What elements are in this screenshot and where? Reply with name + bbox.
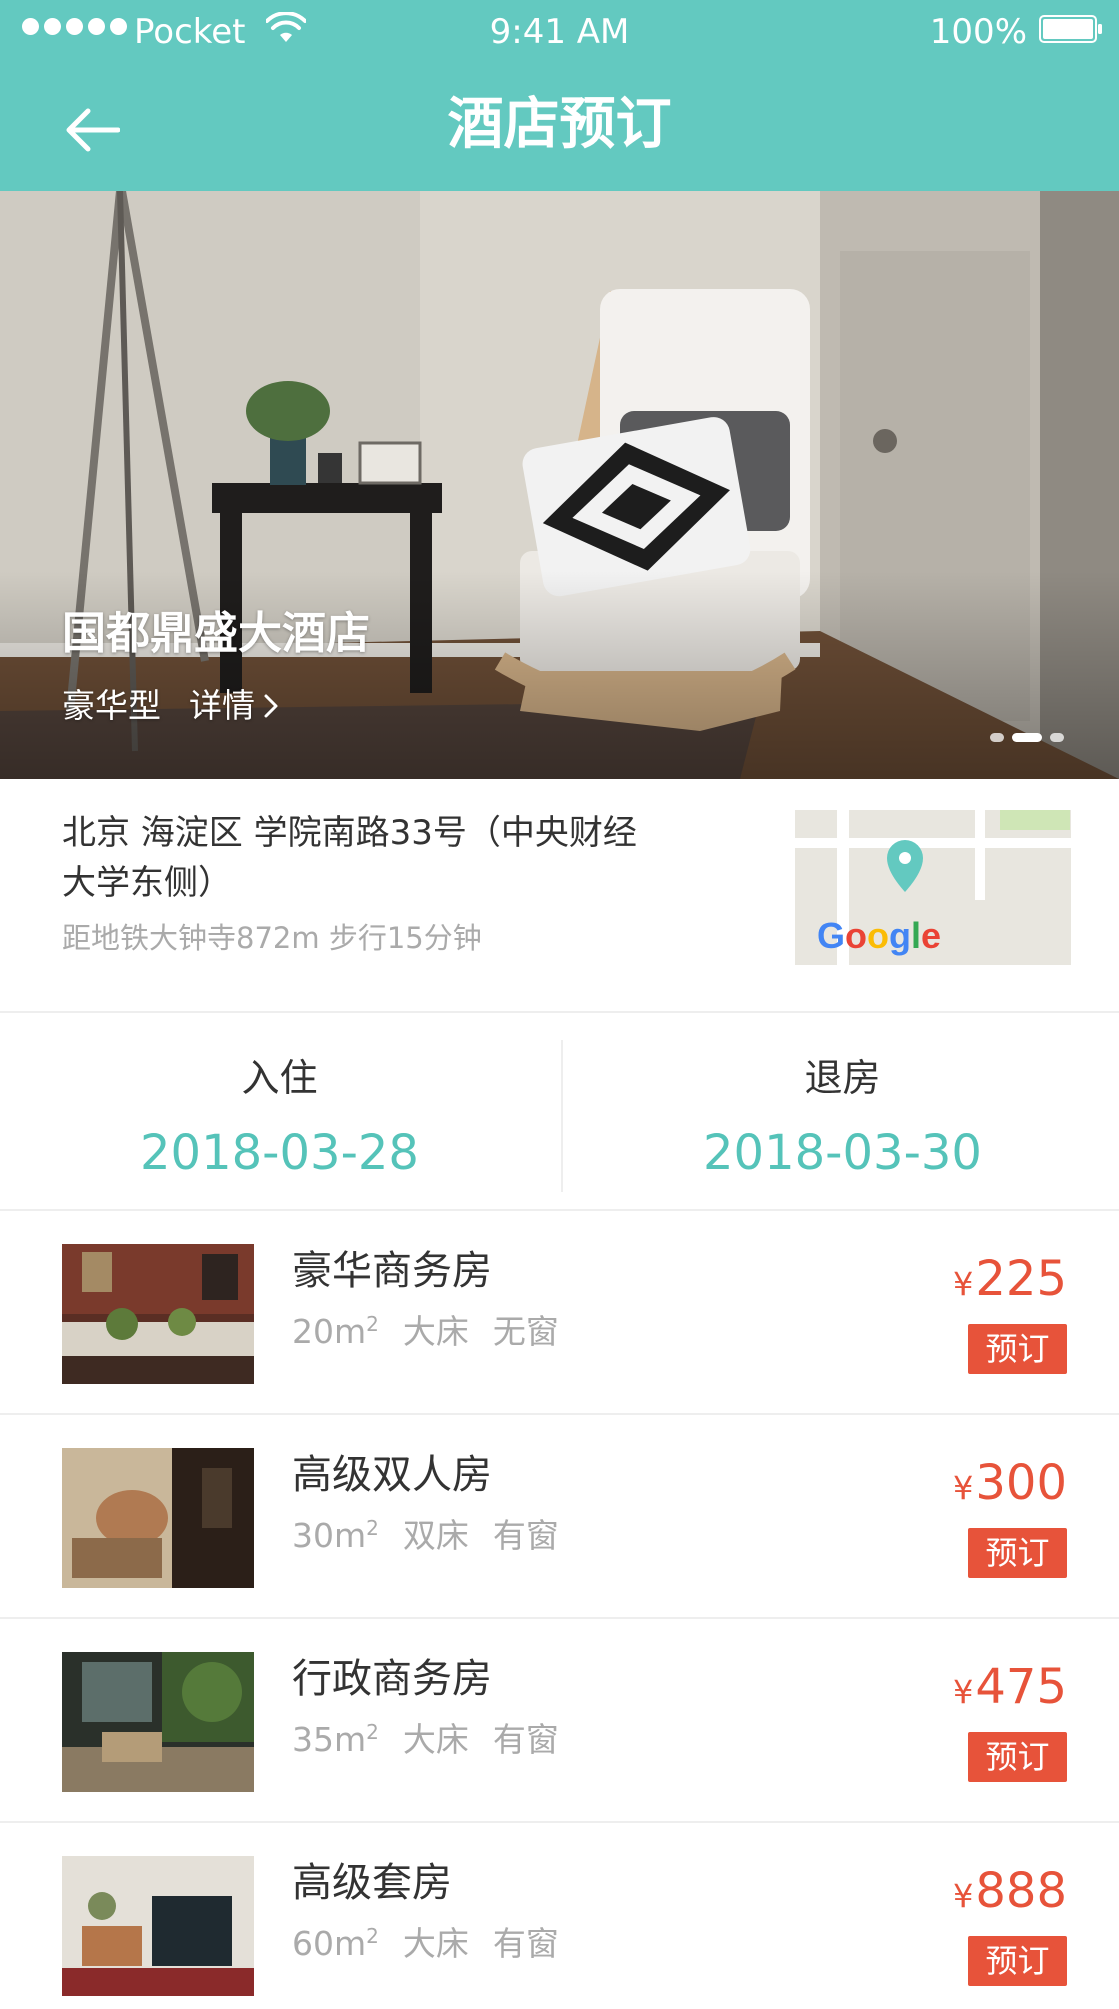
room-photo — [62, 1448, 254, 1588]
checkin-selector[interactable]: 入住 2018-03-28 — [0, 1013, 559, 1209]
room-window: 有窗 — [492, 1720, 559, 1759]
room-area: 35m2 — [292, 1720, 379, 1759]
room-bed: 大床 — [402, 1924, 469, 1963]
status-bar: Pocket 9:41 AM 100% — [0, 0, 1119, 60]
checkout-label: 退房 — [804, 1056, 881, 1100]
room-window: 无窗 — [492, 1312, 559, 1351]
details-label: 详情 — [189, 686, 255, 725]
checkin-label: 入住 — [241, 1056, 318, 1100]
svg-text:Google: Google — [817, 915, 941, 956]
hotel-booking-screen: Pocket 9:41 AM 100% 酒店预订 国都鼎盛大酒店 豪华型 详情 … — [0, 0, 1119, 2009]
room-price: ¥475 — [953, 1659, 1067, 1715]
hotel-meta: 豪华型 详情 — [62, 683, 279, 729]
book-button[interactable]: 预订 — [968, 1732, 1067, 1782]
room-item[interactable]: 高级双人房 30m2 双床 有窗 ¥300 预订 — [0, 1415, 1119, 1617]
subway-distance: 距地铁大钟寺872m 步行15分钟 — [62, 921, 482, 955]
room-price: ¥300 — [953, 1455, 1067, 1511]
room-bed: 大床 — [402, 1720, 469, 1759]
room-name: 行政商务房 — [292, 1656, 492, 1702]
pager-dot — [990, 733, 1004, 742]
room-area: 60m2 — [292, 1924, 379, 1963]
battery-icon — [1039, 15, 1102, 43]
room-specs: 30m2 双床 有窗 — [292, 1513, 559, 1559]
room-name: 高级双人房 — [292, 1452, 492, 1498]
room-name: 高级套房 — [292, 1860, 452, 1906]
battery-percent: 100% — [929, 12, 1027, 52]
checkin-date: 2018-03-28 — [140, 1125, 419, 1181]
room-item[interactable]: 高级套房 60m2 大床 有窗 ¥888 预订 — [0, 1823, 1119, 2009]
room-item[interactable]: 豪华商务房 20m2 大床 无窗 ¥225 预订 — [0, 1211, 1119, 1413]
page-title: 酒店预订 — [447, 92, 672, 157]
room-bed: 双床 — [402, 1516, 469, 1555]
pager-dot — [1050, 733, 1064, 742]
room-specs: 35m2 大床 有窗 — [292, 1717, 559, 1763]
book-button[interactable]: 预订 — [968, 1324, 1067, 1374]
room-bed: 大床 — [402, 1312, 469, 1351]
room-item[interactable]: 行政商务房 35m2 大床 有窗 ¥475 预订 — [0, 1619, 1119, 1821]
hotel-details-link[interactable]: 详情 — [189, 683, 279, 729]
pager-dot-active — [1012, 733, 1042, 742]
stay-dates: 入住 2018-03-28 退房 2018-03-30 — [0, 1013, 1119, 1209]
checkout-selector[interactable]: 退房 2018-03-30 — [563, 1013, 1119, 1209]
room-specs: 20m2 大床 无窗 — [292, 1309, 559, 1355]
carousel-pager — [990, 733, 1064, 742]
room-area: 30m2 — [292, 1516, 379, 1555]
checkout-date: 2018-03-30 — [703, 1125, 982, 1181]
room-price: ¥888 — [953, 1863, 1067, 1919]
room-window: 有窗 — [492, 1516, 559, 1555]
room-photo — [62, 1856, 254, 1996]
map-thumbnail[interactable]: Google — [795, 810, 1071, 965]
hotel-type: 豪华型 — [62, 686, 161, 725]
book-button[interactable]: 预订 — [968, 1936, 1067, 1986]
hotel-address: 北京 海淀区 学院南路33号（中央财经大学东侧） — [62, 813, 637, 903]
room-price: ¥225 — [953, 1251, 1067, 1307]
chevron-right-icon — [264, 694, 278, 718]
room-photo — [62, 1244, 254, 1384]
book-button[interactable]: 预订 — [968, 1528, 1067, 1578]
app-header: Pocket 9:41 AM 100% 酒店预订 — [0, 0, 1119, 191]
date-divider — [561, 1040, 563, 1192]
hotel-name: 国都鼎盛大酒店 — [62, 608, 370, 659]
room-name: 豪华商务房 — [292, 1248, 492, 1294]
room-area: 20m2 — [292, 1312, 379, 1351]
room-window: 有窗 — [492, 1924, 559, 1963]
room-photo — [62, 1652, 254, 1792]
room-specs: 60m2 大床 有窗 — [292, 1921, 559, 1967]
